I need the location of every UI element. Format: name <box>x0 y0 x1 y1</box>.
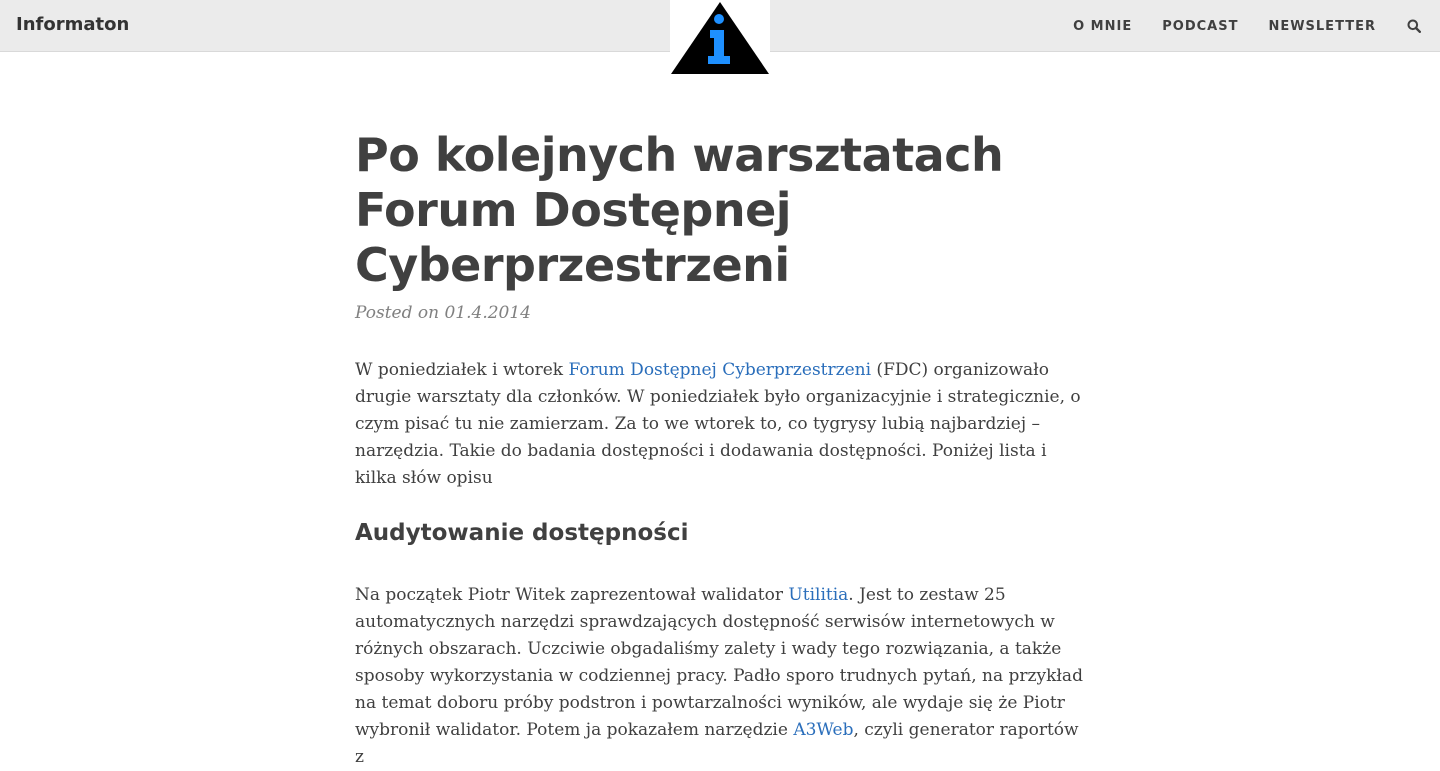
info-triangle-icon <box>671 2 769 74</box>
nav-link-podcast[interactable]: PODCAST <box>1162 19 1238 34</box>
post-title-line3: Cyberprzestrzeni <box>355 238 790 292</box>
para2-text-middle: . Jest to zestaw 25 automatycznych narzę… <box>355 585 1083 740</box>
section-heading-audyt: Audytowanie dostępności <box>355 520 689 546</box>
search-icon[interactable] <box>1406 18 1422 34</box>
intro-paragraph: W poniedziałek i wtorek Forum Dostępnej … <box>355 357 1090 492</box>
para2-text-start: Na początek Piotr Witek zaprezentował wa… <box>355 585 789 605</box>
audit-paragraph: Na początek Piotr Witek zaprezentował wa… <box>355 582 1090 771</box>
utilitia-link[interactable]: Utilitia <box>788 585 848 605</box>
nav-link-o-mnie[interactable]: O MNIE <box>1073 19 1132 34</box>
a3web-link[interactable]: A3Web <box>793 720 853 740</box>
post-title-line1: Po kolejnych warsztatach <box>355 128 1004 182</box>
post-title-line2: Forum Dostępnej <box>355 183 792 237</box>
brand-link[interactable]: Informaton <box>16 14 129 35</box>
nav-links: O MNIE PODCAST NEWSLETTER <box>1073 0 1440 52</box>
post-date: Posted on 01.4.2014 <box>355 303 531 323</box>
fdc-link[interactable]: Forum Dostępnej Cyberprzestrzeni <box>568 360 871 380</box>
post-title: Po kolejnych warsztatach Forum Dostępnej… <box>355 128 1090 293</box>
para1-text-start: W poniedziałek i wtorek <box>355 360 569 380</box>
site-logo[interactable] <box>670 0 770 76</box>
nav-link-newsletter[interactable]: NEWSLETTER <box>1268 19 1376 34</box>
article: Po kolejnych warsztatach Forum Dostępnej… <box>355 128 1090 771</box>
